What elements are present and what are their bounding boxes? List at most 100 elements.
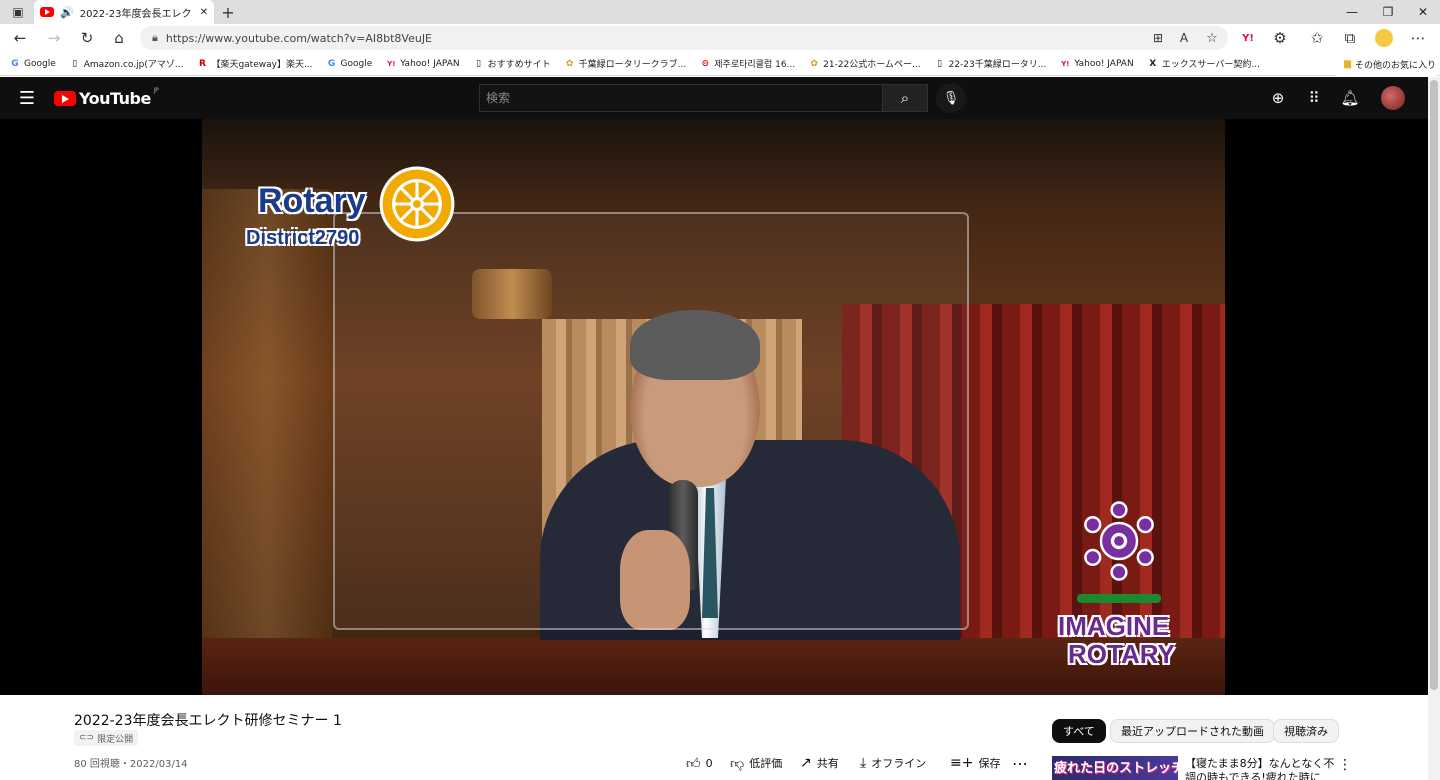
menu-icon[interactable]: ☰ xyxy=(14,86,40,110)
bookmark-label: Amazon.co.jp(アマゾ... xyxy=(83,60,184,70)
thumbs-down-icon: 👎︎ xyxy=(730,755,745,772)
dislike-button[interactable]: 👎︎ 低評価 xyxy=(730,753,782,773)
link-icon: ⊂⊃ xyxy=(79,733,95,743)
bookmark-item[interactable]: G Google xyxy=(327,58,373,69)
window-close-icon[interactable]: ✕ xyxy=(1408,0,1438,24)
bookmark-label: Google xyxy=(24,58,56,69)
district-text: District2790 xyxy=(246,227,360,249)
rotary-logo-text: Rotary xyxy=(258,182,366,220)
url-text: https://www.youtube.com/watch?v=AI8bt8Ve… xyxy=(165,31,433,45)
bookmark-icon: Y! xyxy=(1061,59,1070,68)
youtube-favicon-icon xyxy=(40,7,54,17)
recommended-more-icon[interactable]: ⋮ xyxy=(1338,757,1352,773)
bookmark-item[interactable]: ▯ 22-23千葉緑ロータリ... xyxy=(935,57,1046,71)
download-icon: ⤓ xyxy=(860,755,867,771)
read-aloud-icon[interactable]: A xyxy=(1170,24,1198,52)
bookmark-label: エックスサーバー契約... xyxy=(1161,60,1260,70)
bookmark-item[interactable]: ▯ おすすめサイト xyxy=(474,57,551,71)
voice-search-button[interactable]: 🎙︎ xyxy=(936,83,966,113)
bookmark-icon: Y! xyxy=(387,59,396,68)
new-tab-icon[interactable]: + xyxy=(214,0,242,24)
recommended-video-thumbnail[interactable]: 疲れた日のストレッチ xyxy=(1052,756,1178,780)
logo-region: JP xyxy=(153,87,159,94)
chip-watched[interactable]: 視聴済み xyxy=(1273,719,1339,743)
video-title: 2022-23年度会長エレクト研修セミナー 1 xyxy=(74,713,342,729)
dislike-label: 低評価 xyxy=(749,757,783,770)
avatar[interactable] xyxy=(1381,86,1405,110)
recommended-video-title[interactable]: 【寝たまま8分】なんとなく不調の時もできる!疲れた時に xyxy=(1185,757,1335,780)
bookmark-label: 제주로타리클럽 16... xyxy=(714,60,796,70)
reload-icon[interactable]: ↻ xyxy=(73,24,101,52)
favorites-icon[interactable]: ✩ xyxy=(1303,24,1331,52)
tab-title: 2022-23年度会長エレクト研修 xyxy=(79,8,194,20)
bookmark-item[interactable]: Y! Yahoo! JAPAN xyxy=(1060,59,1134,69)
bookmark-icon: R xyxy=(198,58,206,69)
tab-actions-icon[interactable]: ▣ xyxy=(4,0,32,24)
bookmark-icon: ✿ xyxy=(810,58,818,69)
minimize-icon[interactable]: — xyxy=(1337,0,1367,24)
browser-tab[interactable]: 🔊 2022-23年度会長エレクト研修 ✕ xyxy=(34,0,214,24)
forward-icon[interactable]: → xyxy=(40,24,68,52)
like-button[interactable]: 👍︎ 0 xyxy=(686,753,713,773)
chip-all[interactable]: すべて xyxy=(1052,719,1106,743)
more-actions-button[interactable]: ⋯ xyxy=(1012,753,1028,773)
settings-more-icon[interactable]: ⋯ xyxy=(1404,24,1432,52)
search-button[interactable]: ⌕ xyxy=(882,84,928,112)
search-icon: ⌕ xyxy=(900,89,910,107)
yahoo-extension-icon[interactable]: Y! xyxy=(1234,24,1262,52)
bookmarks-bar: G Google ▯ Amazon.co.jp(アマゾ... R 【楽天gateway… xyxy=(0,52,1440,76)
offline-label: オフライン xyxy=(871,757,927,770)
logo-text: YouTube xyxy=(79,88,151,108)
folder-icon: ▆ xyxy=(1344,59,1351,69)
bookmark-icon: ▯ xyxy=(937,58,943,69)
tab-close-icon[interactable]: ✕ xyxy=(200,7,208,18)
apps-grid-icon[interactable]: ⠿ xyxy=(1301,86,1327,110)
bookmark-icon: G xyxy=(11,58,19,69)
create-video-icon[interactable]: ⊕ xyxy=(1265,86,1291,110)
restore-icon[interactable]: ❐ xyxy=(1373,0,1403,24)
thumbs-up-icon: 👍︎ xyxy=(686,755,701,772)
bookmark-item[interactable]: R 【楽天gateway】楽天... xyxy=(197,57,313,71)
rotary-text: ROTARY xyxy=(1068,639,1175,669)
bookmark-label: 21-22公式ホームペー... xyxy=(823,60,921,70)
profile-icon[interactable] xyxy=(1370,24,1398,52)
other-bookmarks[interactable]: ▆ その他のお気に入り xyxy=(1336,52,1436,76)
mic-icon: 🎙︎ xyxy=(942,90,960,106)
scrollbar-thumb[interactable] xyxy=(1430,80,1438,690)
youtube-logo-icon xyxy=(54,90,76,106)
back-icon[interactable]: ← xyxy=(6,24,34,52)
search-input[interactable] xyxy=(479,84,883,112)
bookmark-item[interactable]: X エックスサーバー契約... xyxy=(1148,57,1260,71)
youtube-logo[interactable]: YouTube JP xyxy=(54,87,159,109)
decorative-panel xyxy=(202,179,332,695)
bookmark-item[interactable]: ▯ Amazon.co.jp(アマゾ... xyxy=(70,57,184,71)
speaker-icon[interactable]: 🔊 xyxy=(60,6,74,19)
bookmark-label: Google xyxy=(340,58,373,69)
more-horizontal-icon: ⋯ xyxy=(1012,753,1028,773)
imagine-rotary-flower-icon xyxy=(1084,501,1154,581)
download-button[interactable]: ⤓ オフライン xyxy=(860,753,926,773)
chip-recent-uploads[interactable]: 最近アップロードされた動画 xyxy=(1110,719,1275,743)
share-label: 共有 xyxy=(816,757,839,770)
extensions-icon[interactable]: ⚙ xyxy=(1266,24,1294,52)
like-count: 0 xyxy=(705,756,713,770)
bookmark-label: おすすめサイト xyxy=(487,60,551,70)
bookmark-item[interactable]: ✿ 千葉緑ロータリークラブ... xyxy=(565,57,686,71)
imagine-green-bar xyxy=(1077,594,1161,603)
favorite-add-icon[interactable]: ☆ xyxy=(1198,24,1226,52)
bookmark-item[interactable]: Y! Yahoo! JAPAN xyxy=(386,59,460,69)
bookmark-item[interactable]: G Google xyxy=(10,58,56,69)
bookmark-item[interactable]: ✿ 21-22公式ホームペー... xyxy=(809,57,921,71)
app-available-icon[interactable]: ⊞ xyxy=(1144,24,1172,52)
ceiling xyxy=(202,119,1225,189)
collections-icon[interactable]: ⧉ xyxy=(1336,24,1364,52)
privacy-label: 限定公開 xyxy=(97,734,134,745)
view-count-date: 80 回視聴・2022/03/14 xyxy=(74,759,188,770)
share-button[interactable]: ↗ 共有 xyxy=(800,753,839,773)
address-bar[interactable]: 🔒︎ https://www.youtube.com/watch?v=AI8bt… xyxy=(140,26,1228,50)
home-icon[interactable]: ⌂ xyxy=(105,24,133,52)
bookmark-icon: ⊝ xyxy=(701,58,710,69)
bookmark-item[interactable]: ⊝ 제주로타리클럽 16... xyxy=(700,57,796,71)
save-button[interactable]: ≡+ 保存 xyxy=(950,753,1000,773)
notifications-bell-icon[interactable]: 🔔︎ xyxy=(1337,86,1363,110)
